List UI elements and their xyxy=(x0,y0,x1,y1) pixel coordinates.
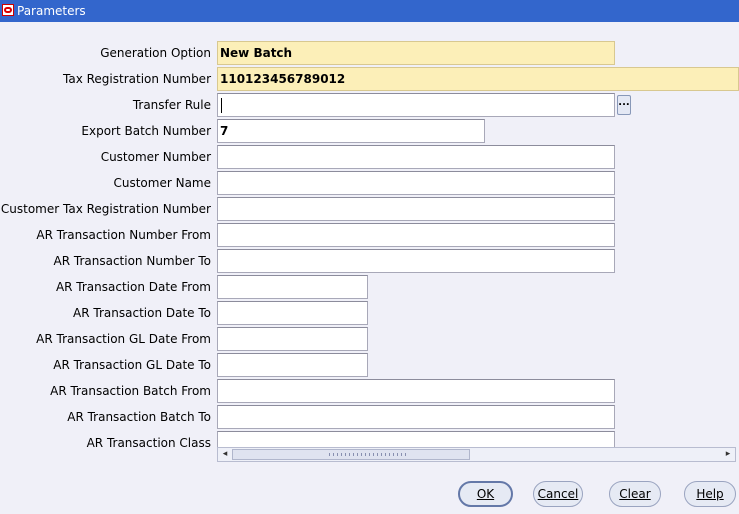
parameters-form: Generation Option New Batch Tax Registra… xyxy=(0,22,739,447)
ar-transaction-date-from-label: AR Transaction Date From xyxy=(55,280,211,294)
tax-registration-number-label: Tax Registration Number xyxy=(63,72,211,86)
ar-transaction-gl-date-from-field[interactable] xyxy=(217,327,368,351)
ar-transaction-gl-date-to-label: AR Transaction GL Date To xyxy=(53,358,211,372)
ok-button[interactable]: OK xyxy=(458,481,513,507)
text-cursor xyxy=(221,98,222,113)
ar-transaction-gl-date-to-field[interactable] xyxy=(217,353,368,377)
ar-transaction-number-from-field[interactable] xyxy=(217,223,615,247)
oracle-logo-icon xyxy=(2,4,14,16)
ar-transaction-batch-to-field[interactable] xyxy=(217,405,615,429)
ar-transaction-number-to-label: AR Transaction Number To xyxy=(53,254,211,268)
transfer-rule-field[interactable] xyxy=(217,93,615,117)
help-button[interactable]: Help xyxy=(684,481,736,507)
customer-name-field[interactable] xyxy=(217,171,615,195)
ar-transaction-batch-to-label: AR Transaction Batch To xyxy=(67,410,211,424)
customer-number-label: Customer Number xyxy=(100,150,211,164)
ar-transaction-class-label: AR Transaction Class xyxy=(86,436,211,447)
customer-number-field[interactable] xyxy=(217,145,615,169)
ar-transaction-date-to-label: AR Transaction Date To xyxy=(73,306,211,320)
ar-transaction-gl-date-from-label: AR Transaction GL Date From xyxy=(36,332,211,346)
title-bar: Parameters xyxy=(0,0,739,22)
ar-transaction-number-from-label: AR Transaction Number From xyxy=(36,228,211,242)
ar-transaction-date-to-field[interactable] xyxy=(217,301,368,325)
ar-transaction-class-field[interactable] xyxy=(217,431,615,447)
ar-transaction-batch-from-field[interactable] xyxy=(217,379,615,403)
ar-transaction-number-to-field[interactable] xyxy=(217,249,615,273)
horizontal-scrollbar[interactable]: ◂ ▸ xyxy=(217,447,736,462)
export-batch-number-label: Export Batch Number xyxy=(81,124,211,138)
customer-tax-registration-number-field[interactable] xyxy=(217,197,615,221)
tax-registration-number-field[interactable]: 110123456789012 xyxy=(217,67,739,91)
generation-option-label: Generation Option xyxy=(100,46,211,60)
ar-transaction-date-from-field[interactable] xyxy=(217,275,368,299)
scroll-right-arrow-icon[interactable]: ▸ xyxy=(721,448,735,461)
scrollbar-thumb[interactable] xyxy=(232,449,470,460)
generation-option-field[interactable]: New Batch xyxy=(217,41,615,65)
clear-button[interactable]: Clear xyxy=(609,481,661,507)
transfer-rule-label: Transfer Rule xyxy=(132,98,211,112)
window-title: Parameters xyxy=(17,4,86,18)
export-batch-number-field[interactable]: 7 xyxy=(217,119,485,143)
customer-name-label: Customer Name xyxy=(113,176,211,190)
transfer-rule-lov-button[interactable]: ... xyxy=(617,95,631,115)
scroll-left-arrow-icon[interactable]: ◂ xyxy=(218,448,232,461)
customer-tax-registration-number-label: Customer Tax Registration Number xyxy=(0,202,211,216)
ar-transaction-batch-from-label: AR Transaction Batch From xyxy=(50,384,211,398)
cancel-button[interactable]: Cancel xyxy=(533,481,583,507)
